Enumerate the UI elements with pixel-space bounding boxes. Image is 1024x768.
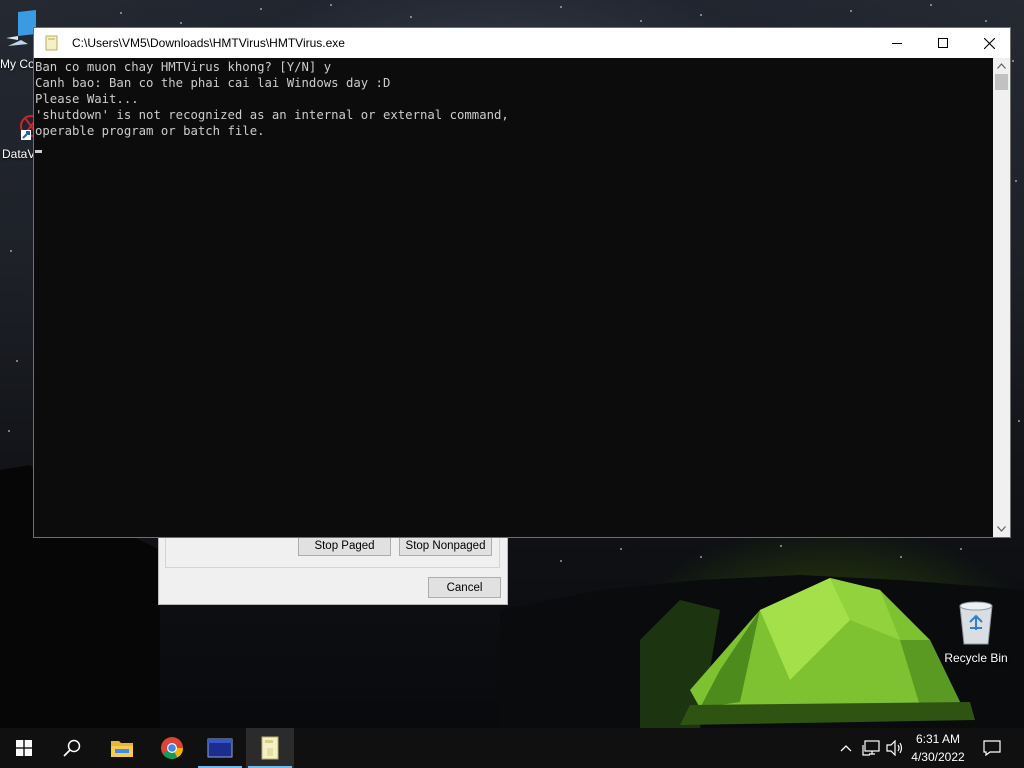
search-button[interactable] bbox=[48, 728, 96, 768]
hmtvirus-app-icon bbox=[45, 35, 58, 51]
console-line: operable program or batch file. bbox=[35, 124, 265, 138]
taskbar: 6:31 AM 4/30/2022 bbox=[0, 728, 1024, 768]
search-icon bbox=[63, 739, 81, 757]
scroll-down-arrow-icon bbox=[997, 526, 1006, 532]
clock-time: 6:31 AM bbox=[915, 732, 961, 746]
taskbar-chrome[interactable] bbox=[148, 728, 196, 768]
chevron-up-icon bbox=[840, 745, 852, 752]
vertical-scrollbar[interactable] bbox=[993, 58, 1010, 537]
clock-date: 4/30/2022 bbox=[911, 750, 965, 764]
close-icon bbox=[983, 37, 995, 49]
windows-start-icon bbox=[16, 740, 32, 756]
desktop-icon-label: Recycle Bin bbox=[944, 651, 1008, 665]
stop-paged-button[interactable]: Stop Paged bbox=[298, 536, 391, 556]
notification-icon bbox=[983, 740, 1001, 756]
maximize-button[interactable] bbox=[920, 28, 966, 58]
scroll-up-arrow-icon bbox=[997, 63, 1006, 69]
console-line: 'shutdown' is not recognized as an inter… bbox=[35, 108, 509, 122]
console-titlebar[interactable]: C:\Users\VM5\Downloads\HMTVirus\HMTVirus… bbox=[34, 28, 1010, 58]
chrome-icon bbox=[161, 737, 183, 759]
scroll-down-button[interactable] bbox=[993, 521, 1010, 537]
taskbar-clock[interactable]: 6:31 AM 4/30/2022 bbox=[902, 730, 974, 766]
console-line: Ban co muon chay HMTVirus khong? [Y/N] y bbox=[35, 60, 332, 74]
minimize-button[interactable] bbox=[874, 28, 920, 58]
notification-center-button[interactable] bbox=[978, 728, 1006, 768]
minimize-icon bbox=[892, 43, 902, 44]
background-dialog: Stop Paged Stop Nonpaged Cancel bbox=[158, 530, 508, 605]
taskbar-app-window[interactable] bbox=[196, 728, 244, 768]
text-cursor bbox=[35, 150, 42, 153]
console-line: Please Wait... bbox=[35, 92, 139, 106]
maximize-icon bbox=[938, 38, 948, 48]
network-tray-button[interactable] bbox=[860, 728, 882, 768]
show-hidden-icons-button[interactable] bbox=[836, 728, 856, 768]
cancel-button[interactable]: Cancel bbox=[428, 577, 501, 598]
console-window[interactable]: C:\Users\VM5\Downloads\HMTVirus\HMTVirus… bbox=[33, 27, 1011, 538]
taskbar-file-explorer[interactable] bbox=[98, 728, 146, 768]
recycle-bin-icon bbox=[959, 601, 993, 645]
stop-nonpaged-button[interactable]: Stop Nonpaged bbox=[399, 536, 492, 556]
close-button[interactable] bbox=[966, 28, 1012, 58]
file-explorer-icon bbox=[111, 741, 133, 757]
desktop-icon-recycle-bin[interactable]: Recycle Bin bbox=[940, 600, 1012, 665]
console-title: C:\Users\VM5\Downloads\HMTVirus\HMTVirus… bbox=[72, 36, 345, 50]
app-window-icon bbox=[207, 738, 233, 758]
console-line: Canh bao: Ban co the phai cai lai Window… bbox=[35, 76, 391, 90]
scrollbar-thumb[interactable] bbox=[995, 74, 1008, 90]
start-button[interactable] bbox=[0, 728, 48, 768]
console-output[interactable]: Ban co muon chay HMTVirus khong? [Y/N] y… bbox=[34, 58, 994, 537]
network-icon bbox=[862, 740, 880, 756]
scroll-up-button[interactable] bbox=[993, 58, 1010, 74]
hmtvirus-icon bbox=[261, 736, 279, 760]
taskbar-hmtvirus[interactable] bbox=[246, 728, 294, 768]
